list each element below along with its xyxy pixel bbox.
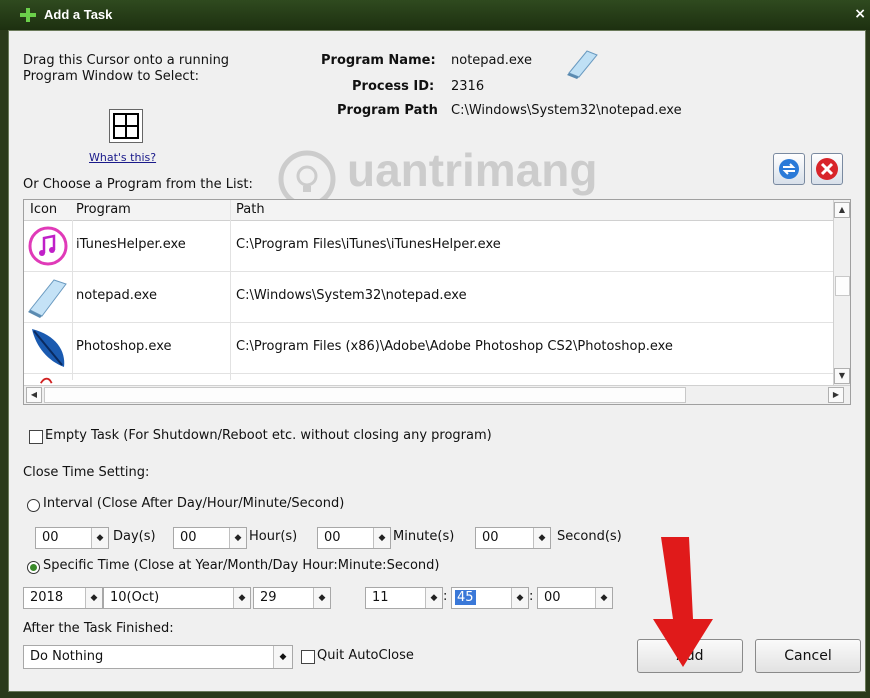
window-title: Add a Task [44, 7, 113, 22]
horizontal-scrollbar[interactable]: ◀ ▶ [24, 385, 850, 404]
notepad-icon [28, 279, 67, 318]
after-task-label: After the Task Finished: [23, 621, 174, 636]
program-list-label: Or Choose a Program from the List: [23, 177, 253, 192]
empty-task-label: Empty Task (For Shutdown/Reboot etc. wit… [45, 428, 492, 443]
notepad-icon [567, 50, 598, 79]
remove-button[interactable] [811, 153, 843, 185]
quit-autoclose-checkbox[interactable] [301, 650, 315, 664]
dialog-body: Drag this Cursor onto a running Program … [8, 30, 866, 692]
program-name-value: notepad.exe [451, 53, 532, 68]
scroll-up-button[interactable]: ▲ [834, 202, 850, 218]
program-list[interactable]: Icon Program Path iTunesHelper.exe C:\Pr… [23, 199, 851, 405]
annotation-arrow [653, 537, 713, 667]
column-icon[interactable]: Icon [30, 202, 57, 217]
watermark-text: uantrimang [347, 144, 598, 196]
refresh-icon [779, 159, 799, 179]
minute-unit-label: Minute(s) [393, 529, 455, 544]
process-id-label: Process ID: [352, 79, 435, 94]
program-name-cell: notepad.exe [76, 288, 157, 303]
scroll-down-button[interactable]: ▼ [834, 368, 850, 384]
time-separator: : [443, 589, 448, 604]
crosshair-icon [113, 113, 139, 139]
specific-time-label: Specific Time (Close at Year/Month/Day H… [43, 558, 440, 573]
red-x-icon [816, 158, 838, 180]
interval-day-spinner[interactable]: 00 ◆ [35, 527, 109, 549]
drag-instruction-line1: Drag this Cursor onto a running [23, 53, 230, 68]
time-separator: : [529, 589, 534, 604]
minute-spinner[interactable]: 45 ◆ [451, 587, 529, 609]
refresh-list-button[interactable] [773, 153, 805, 185]
drag-instruction-line2: Program Window to Select: [23, 69, 200, 84]
interval-hour-spinner[interactable]: 00 ◆ [173, 527, 247, 549]
list-header: Icon Program Path [24, 200, 834, 221]
itunes-icon [28, 226, 68, 266]
program-path-cell: C:\Program Files\iTunes\iTunesHelper.exe [236, 237, 501, 252]
interval-label: Interval (Close After Day/Hour/Minute/Se… [43, 496, 345, 511]
table-row[interactable]: iTunesHelper.exe C:\Program Files\iTunes… [24, 221, 846, 272]
hour-unit-label: Hour(s) [249, 529, 298, 544]
column-path[interactable]: Path [236, 202, 265, 217]
program-name-cell: iTunesHelper.exe [76, 237, 186, 252]
program-name-label: Program Name: [321, 53, 436, 68]
table-row[interactable]: Photoshop.exe C:\Program Files (x86)\Ado… [24, 323, 846, 374]
empty-task-checkbox[interactable] [29, 430, 43, 444]
photoshop-icon [32, 329, 65, 367]
drag-cursor-target[interactable] [109, 109, 143, 143]
day-unit-label: Day(s) [113, 529, 156, 544]
whats-this-link[interactable]: What's this? [89, 151, 156, 164]
quit-autoclose-label: Quit AutoClose [317, 648, 414, 663]
hour-spinner[interactable]: 11 ◆ [365, 587, 443, 609]
program-path-value: C:\Windows\System32\notepad.exe [451, 103, 682, 118]
program-name-cell: Photoshop.exe [76, 339, 172, 354]
program-path-cell: C:\Program Files (x86)\Adobe\Adobe Photo… [236, 339, 673, 354]
column-program[interactable]: Program [76, 202, 131, 217]
add-task-window: Add a Task × Drag this Cursor onto a run… [0, 0, 870, 698]
interval-radio[interactable] [27, 499, 40, 512]
vertical-scrollbar[interactable]: ▲ ▼ [833, 200, 850, 386]
scroll-thumb[interactable] [835, 276, 850, 296]
scroll-right-button[interactable]: ▶ [828, 387, 844, 403]
year-spinner[interactable]: 2018 ◆ [23, 587, 103, 609]
close-window-button[interactable]: × [854, 6, 866, 22]
program-path-cell: C:\Windows\System32\notepad.exe [236, 288, 467, 303]
scroll-left-button[interactable]: ◀ [26, 387, 42, 403]
second-unit-label: Second(s) [557, 529, 622, 544]
process-id-value: 2316 [451, 79, 485, 94]
month-spinner[interactable]: 10(Oct) ◆ [103, 587, 251, 609]
title-bar: Add a Task × [0, 0, 870, 30]
cancel-button[interactable]: Cancel [755, 639, 861, 673]
program-path-label: Program Path [337, 103, 438, 118]
interval-second-spinner[interactable]: 00 ◆ [475, 527, 551, 549]
interval-minute-spinner[interactable]: 00 ◆ [317, 527, 391, 549]
close-time-label: Close Time Setting: [23, 465, 150, 480]
table-row[interactable]: notepad.exe C:\Windows\System32\notepad.… [24, 272, 846, 323]
add-plus-icon [20, 8, 36, 22]
day-spinner[interactable]: 29 ◆ [253, 587, 331, 609]
scroll-thumb-horizontal[interactable] [44, 387, 686, 403]
after-task-dropdown[interactable]: Do Nothing ◆ [23, 645, 293, 669]
second-spinner[interactable]: 00 ◆ [537, 587, 613, 609]
chevron-down-icon: ◆ [273, 646, 292, 668]
specific-time-radio[interactable] [27, 561, 40, 574]
